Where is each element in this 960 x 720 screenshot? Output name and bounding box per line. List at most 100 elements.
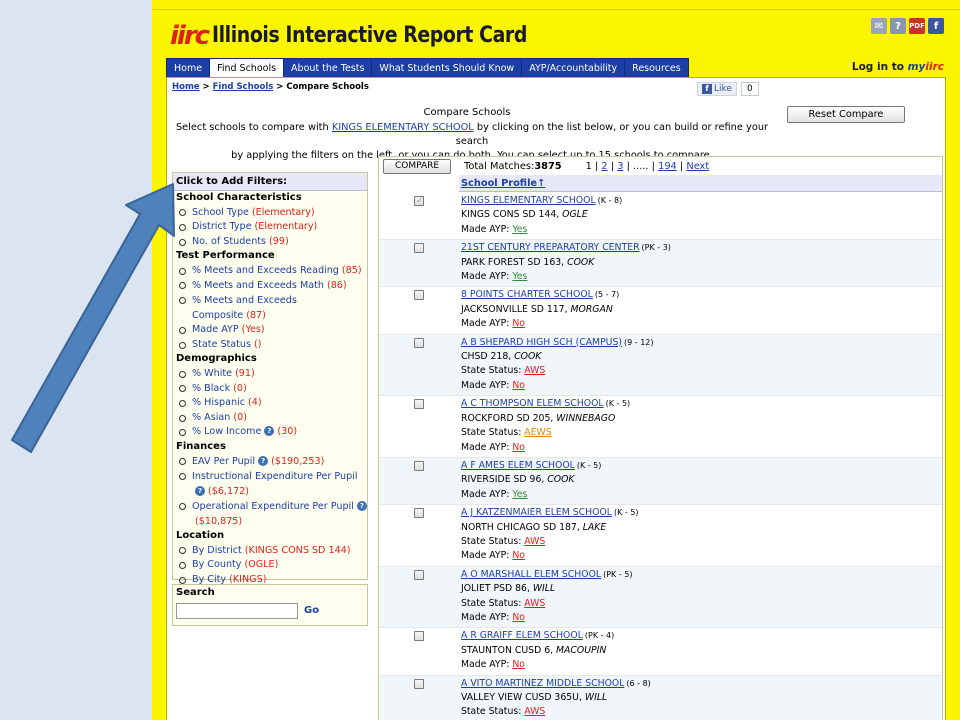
- filter-item[interactable]: % Meets and Exceeds Composite (87): [173, 293, 367, 323]
- filter-item[interactable]: % Hispanic (4): [173, 396, 367, 411]
- filter-item[interactable]: Instructional Expenditure Per Pupil? ($6,…: [173, 469, 367, 499]
- filter-link[interactable]: Instructional Expenditure Per Pupil: [192, 471, 358, 482]
- breadcrumb-home[interactable]: Home: [172, 82, 200, 92]
- filter-link[interactable]: % Asian: [192, 412, 230, 423]
- facebook-icon[interactable]: f: [928, 18, 944, 34]
- state-status-value[interactable]: AWS: [524, 536, 545, 547]
- filter-link[interactable]: % White: [192, 368, 232, 379]
- page-link[interactable]: 3: [617, 161, 623, 172]
- school-checkbox[interactable]: [414, 399, 424, 410]
- page-link[interactable]: 2: [601, 161, 607, 172]
- made-ayp-value[interactable]: No: [512, 550, 525, 561]
- tab-home[interactable]: Home: [166, 58, 210, 78]
- help-icon[interactable]: ?: [258, 455, 269, 466]
- breadcrumb-find-schools[interactable]: Find Schools: [213, 82, 274, 92]
- school-checkbox[interactable]: [414, 337, 424, 348]
- school-name-link[interactable]: 8 POINTS CHARTER SCHOOL: [461, 289, 593, 300]
- filter-item[interactable]: School Type (Elementary): [173, 206, 367, 221]
- filter-item[interactable]: % Meets and Exceeds Math (86): [173, 279, 367, 294]
- filter-item[interactable]: Operational Expenditure Per Pupil ? ($10,8…: [173, 499, 367, 529]
- filter-link[interactable]: % Meets and Exceeds Reading: [192, 265, 339, 276]
- filter-item[interactable]: % Low Income? (30): [173, 425, 367, 440]
- filter-item[interactable]: EAV Per Pupil? ($190,253): [173, 455, 367, 470]
- school-checkbox[interactable]: [414, 194, 424, 208]
- filter-link[interactable]: District Type: [192, 221, 252, 232]
- search-input[interactable]: [176, 603, 298, 619]
- state-status-value[interactable]: AEWS: [524, 427, 551, 438]
- filter-link[interactable]: No. of Students: [192, 236, 266, 247]
- filter-link[interactable]: % Black: [192, 383, 230, 394]
- made-ayp-value[interactable]: No: [512, 380, 525, 391]
- filter-item[interactable]: Made AYP (Yes): [173, 323, 367, 338]
- school-name-link[interactable]: A C THOMPSON ELEM SCHOOL: [461, 398, 604, 409]
- school-name-link[interactable]: A J KATZENMAIER ELEM SCHOOL: [461, 507, 612, 518]
- school-name-link[interactable]: A O MARSHALL ELEM SCHOOL: [461, 569, 601, 580]
- state-status-value[interactable]: AWS: [524, 598, 545, 609]
- state-status-value[interactable]: AWS: [524, 706, 545, 717]
- school-name-link[interactable]: A VITO MARTINEZ MIDDLE SCHOOL: [461, 678, 624, 689]
- filter-item[interactable]: % Asian (0): [173, 411, 367, 426]
- filter-link[interactable]: % Low Income: [192, 426, 261, 437]
- school-checkbox[interactable]: [414, 569, 424, 580]
- main-nav: Home Find Schools About the Tests What Stud…: [166, 58, 689, 78]
- tab-find-schools[interactable]: Find Schools: [209, 58, 284, 78]
- page-link[interactable]: 194: [658, 161, 677, 172]
- filter-link[interactable]: % Hispanic: [192, 397, 245, 408]
- school-checkbox[interactable]: [414, 460, 424, 471]
- filter-item[interactable]: % Black (0): [173, 382, 367, 397]
- filter-link[interactable]: EAV Per Pupil: [192, 456, 255, 467]
- made-ayp-value[interactable]: Yes: [512, 224, 527, 235]
- school-name-link[interactable]: KINGS ELEMENTARY SCHOOL: [461, 195, 596, 206]
- site-logo[interactable]: iirc Illinois Interactive Report Card: [170, 20, 578, 50]
- school-checkbox[interactable]: [414, 508, 424, 519]
- filter-link[interactable]: % Meets and Exceeds Composite: [192, 295, 297, 321]
- login-link[interactable]: Log in to myiirc: [852, 61, 944, 73]
- pdf-icon[interactable]: PDF: [909, 18, 925, 34]
- filter-item[interactable]: District Type (Elementary): [173, 220, 367, 235]
- filter-item[interactable]: By District (KINGS CONS SD 144): [173, 544, 367, 559]
- tab-about-the-tests[interactable]: About the Tests: [283, 58, 372, 78]
- filter-item[interactable]: % White (91): [173, 367, 367, 382]
- school-checkbox[interactable]: [414, 243, 424, 254]
- tab-what-students-should-know[interactable]: What Students Should Know: [371, 58, 522, 78]
- facebook-like-button[interactable]: f Like: [697, 82, 737, 96]
- filter-link[interactable]: School Type: [192, 207, 249, 218]
- made-ayp-value[interactable]: No: [512, 442, 525, 453]
- help-icon[interactable]: ?: [890, 18, 906, 34]
- school-name-link[interactable]: A R GRAIFF ELEM SCHOOL: [461, 630, 583, 641]
- help-icon[interactable]: ?: [356, 501, 367, 512]
- help-icon[interactable]: ?: [195, 486, 205, 497]
- search-go-button[interactable]: Go: [304, 605, 319, 616]
- help-icon[interactable]: ?: [264, 426, 275, 437]
- school-name-link[interactable]: 21ST CENTURY PREPARATORY CENTER: [461, 242, 640, 253]
- filter-link[interactable]: By District: [192, 545, 242, 556]
- school-checkbox[interactable]: [414, 631, 424, 642]
- made-ayp-value[interactable]: No: [512, 659, 525, 670]
- email-icon[interactable]: ✉: [871, 18, 887, 34]
- reset-compare-button[interactable]: Reset Compare: [787, 106, 905, 123]
- filter-item[interactable]: State Status(): [173, 338, 367, 353]
- page-link[interactable]: Next: [686, 161, 709, 172]
- filter-link[interactable]: By County: [192, 559, 241, 570]
- tab-ayp-accountability[interactable]: AYP/Accountability: [521, 58, 625, 78]
- school-checkbox[interactable]: [414, 290, 424, 301]
- school-name-link[interactable]: A F AMES ELEM SCHOOL: [461, 460, 575, 471]
- filter-item[interactable]: By County (OGLE): [173, 558, 367, 573]
- school-name-link[interactable]: A B SHEPARD HIGH SCH (CAMPUS): [461, 337, 622, 348]
- school-checkbox[interactable]: [414, 678, 424, 689]
- selected-school-link[interactable]: KINGS ELEMENTARY SCHOOL: [332, 122, 474, 133]
- made-ayp-value[interactable]: Yes: [512, 271, 527, 282]
- state-status-value[interactable]: AWS: [524, 365, 545, 376]
- filter-link[interactable]: Made AYP: [192, 324, 239, 335]
- made-ayp-value[interactable]: No: [512, 612, 525, 623]
- made-ayp-value[interactable]: No: [512, 318, 525, 329]
- filter-link[interactable]: % Meets and Exceeds Math: [192, 280, 324, 291]
- filter-item[interactable]: No. of Students (99): [173, 235, 367, 250]
- tab-resources[interactable]: Resources: [624, 58, 689, 78]
- school-profile-sort-link[interactable]: School Profile↑: [461, 178, 545, 189]
- compare-button[interactable]: COMPARE: [383, 158, 451, 174]
- filter-link[interactable]: Operational Expenditure Per Pupil: [192, 501, 354, 512]
- filter-item[interactable]: % Meets and Exceeds Reading (85): [173, 264, 367, 279]
- filter-link[interactable]: State Status: [192, 339, 251, 350]
- made-ayp-value[interactable]: Yes: [512, 489, 527, 500]
